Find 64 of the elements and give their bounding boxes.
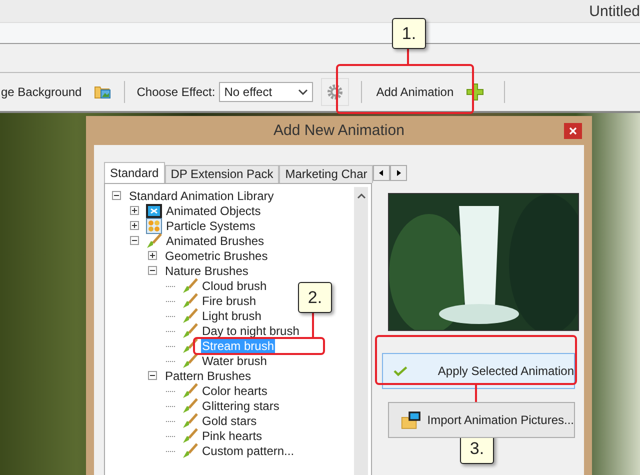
paintbrush-icon: [182, 322, 198, 338]
paintbrush-icon: [182, 428, 198, 444]
paintbrush-icon: [182, 278, 198, 294]
tree-item[interactable]: Pattern Brushes: [164, 368, 252, 382]
chevron-down-icon: [298, 89, 308, 95]
scroll-up-icon[interactable]: [356, 193, 366, 199]
paintbrush-icon: [146, 232, 162, 248]
paintbrush-icon: [182, 292, 198, 308]
step-callout: 1.: [392, 18, 426, 49]
expander-icon[interactable]: [148, 251, 157, 260]
paintbrush-icon: [182, 338, 198, 354]
tab-scroll-arrows-icon[interactable]: [373, 165, 408, 181]
tree-item[interactable]: Animated Brushes: [165, 234, 266, 248]
import-pictures-button[interactable]: Import Animation Pictures...: [388, 402, 575, 438]
tree-item[interactable]: Pink hearts: [201, 428, 264, 442]
tree-item[interactable]: Water brush: [201, 354, 268, 368]
settings-button[interactable]: [321, 78, 350, 106]
dialog-title: Add New Animation: [274, 122, 404, 139]
picture-folder-icon[interactable]: [94, 84, 112, 100]
tab[interactable]: DP Extension Pack: [164, 165, 280, 183]
effect-dropdown[interactable]: No effect: [219, 82, 314, 102]
tree-item[interactable]: Animated Objects: [165, 204, 262, 218]
leader-line: [312, 311, 314, 337]
folder-film-icon: [401, 409, 422, 431]
tab[interactable]: Marketing Char: [279, 165, 374, 183]
paintbrush-icon: [182, 412, 198, 428]
tree-item[interactable]: Custom pattern...: [201, 444, 296, 458]
tree-item[interactable]: Cloud brush: [201, 278, 268, 292]
expander-icon[interactable]: [112, 191, 121, 200]
paintbrush-icon: [182, 308, 198, 324]
expander-icon[interactable]: [148, 266, 157, 275]
step-callout: 2.: [298, 282, 332, 313]
tree-item[interactable]: Glittering stars: [201, 398, 280, 412]
tree-item[interactable]: Gold stars: [201, 414, 258, 428]
expander-icon[interactable]: [130, 221, 139, 230]
scrollbar[interactable]: [354, 187, 368, 475]
particles-icon: [146, 218, 162, 234]
plus-icon: [466, 83, 484, 101]
tree-item[interactable]: Particle Systems: [165, 218, 256, 232]
expander-icon[interactable]: [130, 236, 139, 245]
paintbrush-icon: [182, 382, 198, 398]
paintbrush-icon: [182, 398, 198, 414]
expander-icon[interactable]: [130, 206, 139, 215]
tree-item[interactable]: Color hearts: [201, 384, 268, 398]
gear-icon: [326, 83, 344, 101]
expander-icon[interactable]: [148, 371, 157, 380]
background-button[interactable]: ge Background: [1, 85, 82, 99]
film-icon: [146, 202, 162, 218]
tree-item[interactable]: Day to night brush: [201, 324, 300, 338]
tree-item[interactable]: Nature Brushes: [164, 264, 250, 278]
tab[interactable]: Standard: [104, 162, 165, 183]
effect-label: Choose Effect:: [136, 85, 216, 99]
tree-item[interactable]: Light brush: [201, 308, 262, 322]
close-button[interactable]: [564, 123, 582, 139]
checkmark-icon: [393, 364, 408, 378]
window-title: Untitled: [589, 2, 640, 20]
tree-item[interactable]: Geometric Brushes: [164, 248, 269, 262]
leader-line: [407, 48, 409, 64]
tree-item[interactable]: Standard Animation Library: [128, 188, 275, 202]
paintbrush-icon: [182, 352, 198, 368]
paintbrush-icon: [182, 442, 198, 458]
add-animation-button[interactable]: Add Animation: [374, 79, 492, 105]
apply-animation-button[interactable]: Apply Selected Animation: [382, 353, 575, 389]
tree-item[interactable]: Fire brush: [201, 294, 258, 308]
